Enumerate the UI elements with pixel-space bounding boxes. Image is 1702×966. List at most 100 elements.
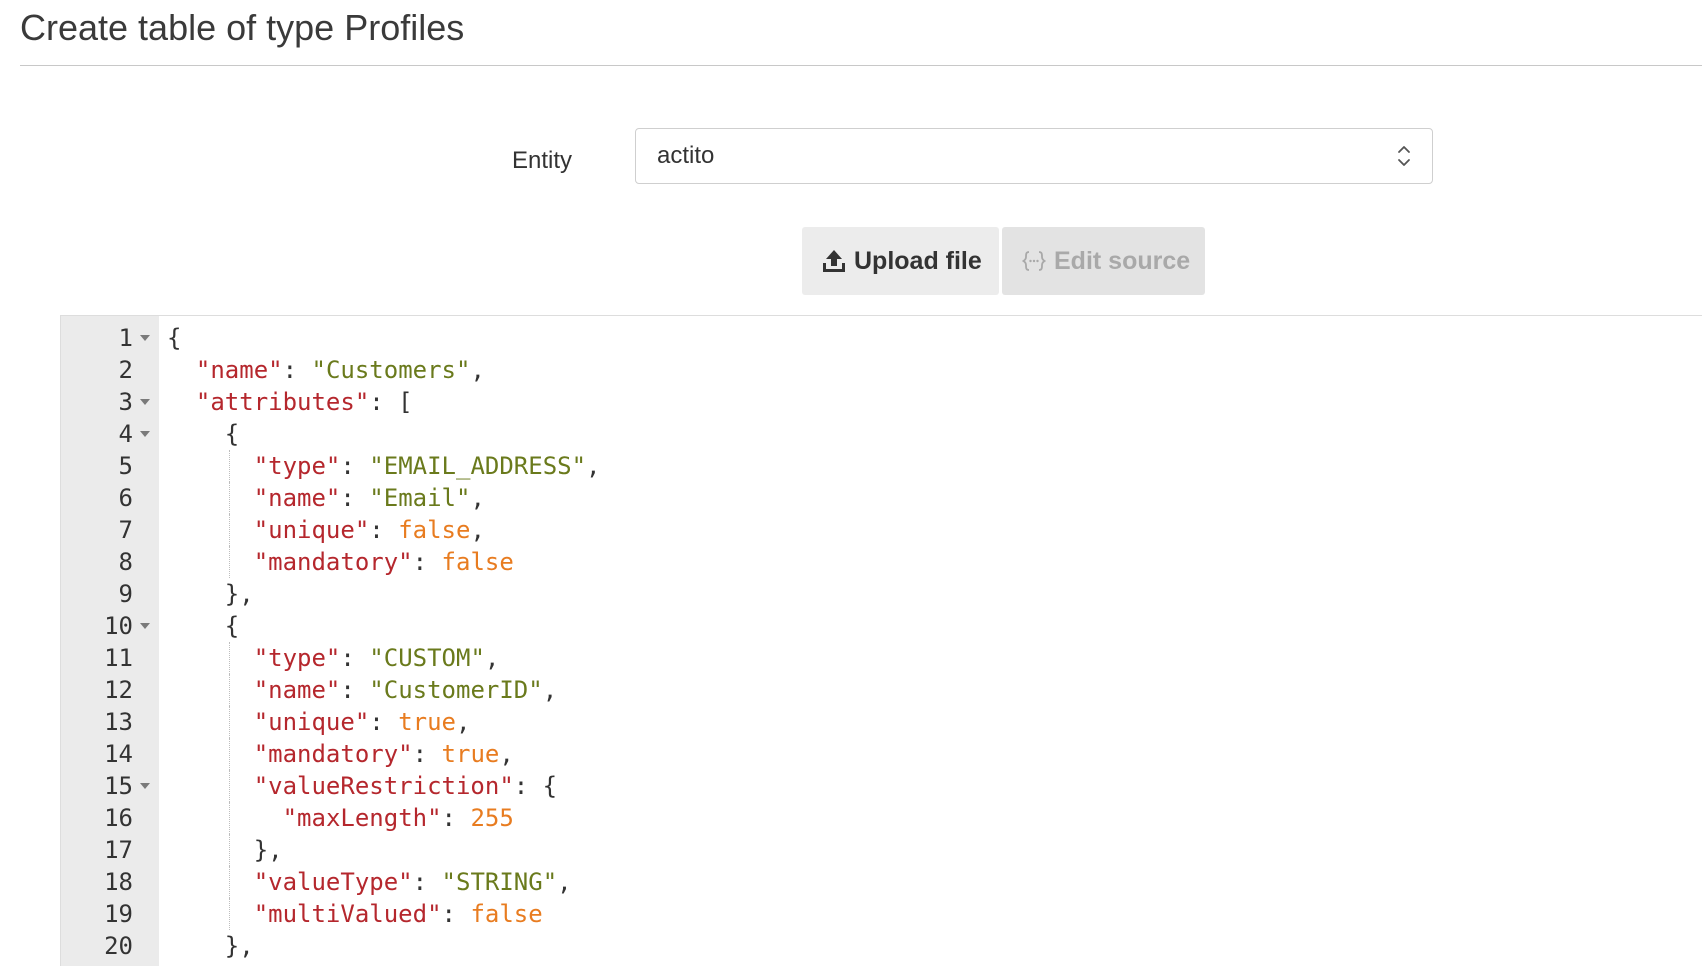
code-text: "type": "EMAIL_ADDRESS", [254, 450, 601, 482]
code-token: "EMAIL_ADDRESS" [369, 452, 587, 480]
indent-guide [228, 482, 230, 514]
code-line: 19 "multiValued": false [61, 898, 1702, 930]
fold-caret-icon[interactable] [140, 399, 150, 405]
code-text: "name": "Email", [254, 482, 485, 514]
code-text: "maxLength": 255 [283, 802, 514, 834]
fold-caret-icon[interactable] [140, 335, 150, 341]
page-title: Create table of type Profiles [20, 7, 465, 48]
code-token: , [470, 484, 485, 512]
code-text: }, [225, 578, 254, 610]
code-token: : [412, 548, 442, 576]
code-token: : [441, 804, 471, 832]
entity-label: Entity [512, 147, 573, 174]
code-token: : [340, 644, 370, 672]
line-number: 3 [118, 388, 133, 416]
edit-source-label: Edit source [1054, 246, 1191, 275]
edit-source-button[interactable]: Edit source [1002, 227, 1205, 295]
code-token: "valueType" [253, 868, 413, 896]
code-token: "valueRestriction" [253, 772, 514, 800]
upload-file-button[interactable]: Upload file [802, 227, 999, 295]
line-number: 17 [104, 836, 133, 864]
code-token: "unique" [253, 516, 370, 544]
code-token: , [557, 868, 572, 896]
code-token: 255 [470, 804, 514, 832]
code-token: }, [224, 580, 254, 608]
code-text: "name": "CustomerID", [254, 674, 557, 706]
code-token: : [412, 868, 442, 896]
indent-guide [228, 514, 230, 546]
code-line: 2 "name": "Customers", [61, 354, 1702, 386]
indent-guide [228, 706, 230, 738]
code-token: , [470, 356, 485, 384]
indent-guide [228, 802, 230, 834]
indent-guide [228, 674, 230, 706]
fold-caret-icon[interactable] [140, 623, 150, 629]
code-token: "mandatory" [253, 548, 413, 576]
code-text: "attributes": [ [196, 386, 413, 418]
line-number: 20 [104, 932, 133, 960]
code-token: , [484, 644, 500, 672]
upload-icon [822, 248, 846, 274]
code-braces-icon [1022, 250, 1046, 272]
code-text: "valueType": "STRING", [254, 866, 572, 898]
code-line: 7 "unique": false, [61, 514, 1702, 546]
code-text: { [225, 418, 239, 450]
code-token: , [470, 516, 485, 544]
code-token: }, [224, 932, 254, 960]
line-number: 15 [104, 772, 133, 800]
code-token: : [441, 900, 471, 928]
line-number: 6 [118, 484, 133, 512]
code-line: 9}, [61, 578, 1702, 610]
json-code-editor[interactable]: 1{2 "name": "Customers", 3 "attributes": [ 4… [60, 315, 1702, 966]
fold-caret-icon[interactable] [140, 783, 150, 789]
line-number: 10 [104, 612, 133, 640]
indent-guide [228, 546, 230, 578]
code-line: 15 "valueRestriction": { [61, 770, 1702, 802]
code-text: { [167, 322, 181, 354]
code-text: }, [254, 834, 283, 866]
code-token: false [398, 516, 471, 544]
code-token: "name" [195, 356, 283, 384]
code-token: false [441, 548, 514, 576]
code-text: "unique": false, [254, 514, 485, 546]
code-text: "multiValued": false [254, 898, 543, 930]
fold-caret-icon[interactable] [140, 431, 150, 437]
code-token: , [455, 708, 471, 736]
line-number: 12 [104, 676, 133, 704]
code-token: true [398, 708, 456, 736]
code-line: 1{ [61, 322, 1702, 354]
line-number: 7 [118, 516, 133, 544]
code-line: 20}, [61, 930, 1702, 962]
chevron-up-down-icon [1396, 142, 1412, 170]
page: Create table of type Profiles Entity act… [0, 0, 1702, 966]
code-line: 3 "attributes": [ [61, 386, 1702, 418]
code-token: : [369, 708, 399, 736]
code-token: "type" [253, 644, 341, 672]
code-token: : [412, 740, 442, 768]
code-token: "multiValued" [253, 900, 442, 928]
code-token: "unique" [253, 708, 370, 736]
code-token: "attributes" [195, 388, 370, 416]
entity-select[interactable]: actito [635, 128, 1433, 184]
indent-guide [228, 770, 230, 802]
code-token: "maxLength" [282, 804, 442, 832]
line-number: 14 [104, 740, 133, 768]
indent-guide [228, 898, 230, 930]
code-line: 17}, [61, 834, 1702, 866]
line-number: 19 [104, 900, 133, 928]
code-line: 8 "mandatory": false [61, 546, 1702, 578]
line-number: 4 [118, 420, 133, 448]
line-number: 9 [118, 580, 133, 608]
code-token: false [470, 900, 543, 928]
code-token: , [586, 452, 601, 480]
code-line: 11 "type": "CUSTOM", [61, 642, 1702, 674]
code-line: 10 { [61, 610, 1702, 642]
code-text: "valueRestriction": { [254, 770, 557, 802]
code-token: : [340, 452, 370, 480]
code-line: 6 "name": "Email", [61, 482, 1702, 514]
code-text: "mandatory": false [254, 546, 514, 578]
code-token: "name" [253, 484, 341, 512]
code-token: : [340, 484, 370, 512]
code-text: "name": "Customers", [196, 354, 485, 386]
title-divider [20, 65, 1702, 66]
